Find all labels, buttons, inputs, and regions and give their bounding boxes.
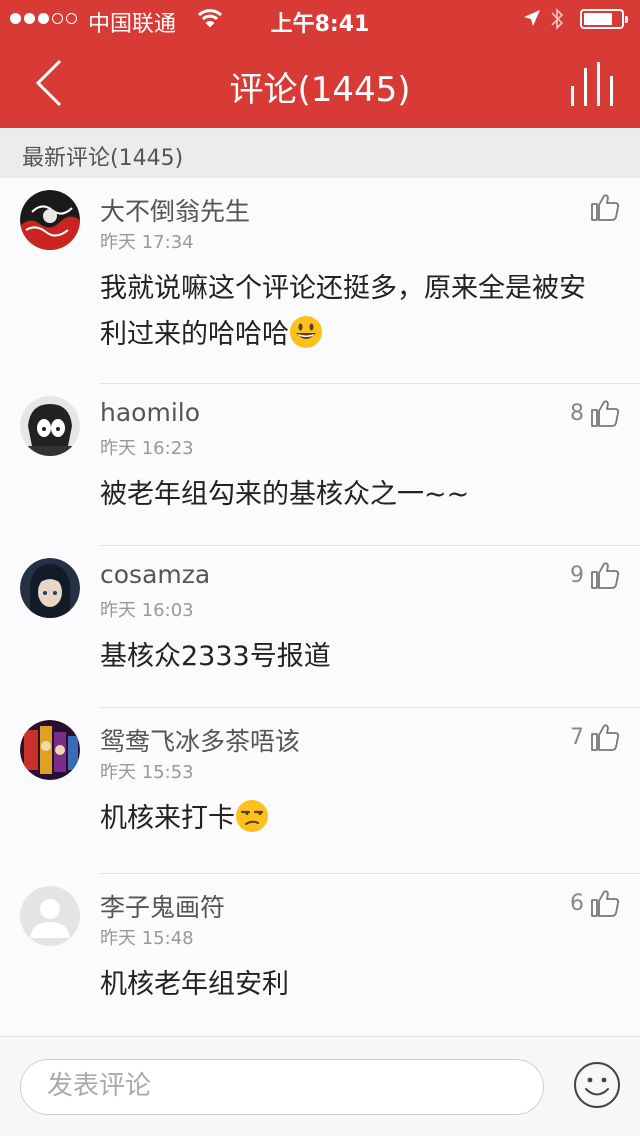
status-time: 上午8:41: [270, 12, 370, 37]
like-button[interactable]: 7: [570, 720, 620, 754]
status-bar: 中国联通 上午8:41: [0, 0, 640, 40]
user-avatar[interactable]: [20, 396, 80, 456]
like-count: 7: [570, 724, 584, 750]
comment-item: haomilo 昨天 16:23 8 被老年组勾来的基核众之一~~: [0, 384, 640, 546]
comment-text: 被老年组勾来的基核众之一~~: [100, 479, 470, 510]
comment-text: 机核来打卡: [100, 796, 610, 842]
thumbs-up-icon: [591, 400, 620, 427]
nav-bar: 评论(1445): [0, 40, 640, 128]
user-avatar[interactable]: [20, 190, 80, 250]
comment-compose-bar: 发表评论: [0, 1036, 640, 1136]
comment-item: 大不倒翁先生 昨天 17:34 我就说嘛这个评论还挺多，原来全是被安利过来的哈哈…: [0, 178, 640, 384]
comment-text: 机核老年组安利: [100, 969, 289, 1000]
comment-item: cosamza 昨天 16:03 9 基核众2333号报道: [0, 546, 640, 708]
battery-icon: [580, 9, 628, 29]
thumbs-up-icon: [591, 890, 620, 917]
location-arrow-icon: [524, 10, 540, 26]
comment-time: 昨天 15:53: [100, 762, 194, 783]
comment-username[interactable]: cosamza: [100, 560, 210, 589]
comment-item: 鸳鸯飞冰多茶唔该 昨天 15:53 7 机核来打卡: [0, 708, 640, 874]
section-header: 最新评论(1445): [0, 128, 640, 178]
like-count: 6: [570, 890, 584, 916]
grinning-face-emoji: [290, 316, 322, 348]
unamused-face-emoji: [236, 800, 268, 832]
comment-time: 昨天 16:03: [100, 600, 194, 621]
bluetooth-icon: [551, 8, 564, 30]
comment-username[interactable]: 鸳鸯飞冰多茶唔该: [100, 722, 300, 758]
like-button[interactable]: 6: [570, 886, 620, 920]
comment-username[interactable]: 李子鬼画符: [100, 888, 225, 924]
comment-list[interactable]: 大不倒翁先生 昨天 17:34 我就说嘛这个评论还挺多，原来全是被安利过来的哈哈…: [0, 178, 640, 1036]
comment-text: 我就说嘛这个评论还挺多，原来全是被安利过来的哈哈哈: [100, 273, 586, 350]
page-title: 评论(1445): [229, 70, 411, 110]
section-label: 最新评论(1445): [22, 146, 184, 171]
bar-chart-icon[interactable]: [570, 62, 616, 106]
comment-item: 李子鬼画符 昨天 15:48 6 机核老年组安利: [0, 874, 640, 1036]
like-count: 8: [570, 400, 584, 426]
comment-time: 昨天 15:48: [100, 928, 194, 949]
comment-text: 基核众2333号报道: [100, 641, 331, 672]
like-count: 9: [570, 562, 584, 588]
smiley-icon[interactable]: [572, 1060, 622, 1110]
user-avatar[interactable]: [20, 886, 80, 946]
user-avatar[interactable]: [20, 558, 80, 618]
thumbs-up-icon: [591, 562, 620, 589]
like-button[interactable]: [584, 190, 620, 224]
user-avatar[interactable]: [20, 720, 80, 780]
comment-time: 昨天 16:23: [100, 438, 194, 459]
app-header: 中国联通 上午8:41 评论(1445): [0, 0, 640, 128]
comment-username[interactable]: haomilo: [100, 398, 200, 427]
comment-username[interactable]: 大不倒翁先生: [100, 192, 250, 228]
thumbs-up-icon: [591, 194, 620, 221]
comment-input[interactable]: 发表评论: [20, 1059, 544, 1115]
thumbs-up-icon: [591, 724, 620, 751]
like-button[interactable]: 8: [570, 396, 620, 430]
comment-time: 昨天 17:34: [100, 232, 194, 253]
like-button[interactable]: 9: [570, 558, 620, 592]
